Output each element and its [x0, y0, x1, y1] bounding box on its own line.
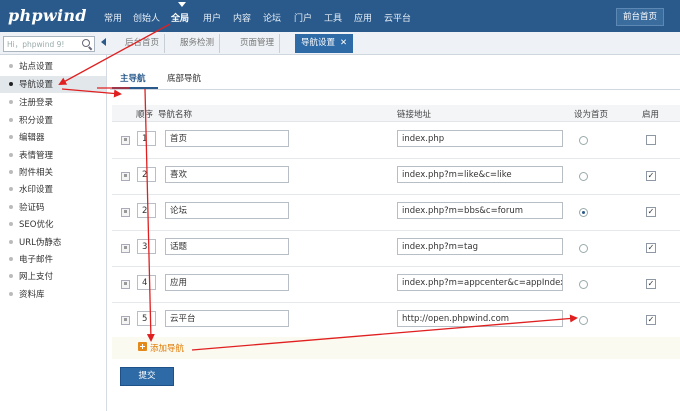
arrow-nav-settings — [61, 88, 122, 98]
arrow-to-radio — [191, 314, 578, 351]
arrow-to-sidebar — [58, 23, 171, 85]
arrow-to-add — [144, 88, 155, 342]
annotation-arrows — [58, 23, 578, 351]
